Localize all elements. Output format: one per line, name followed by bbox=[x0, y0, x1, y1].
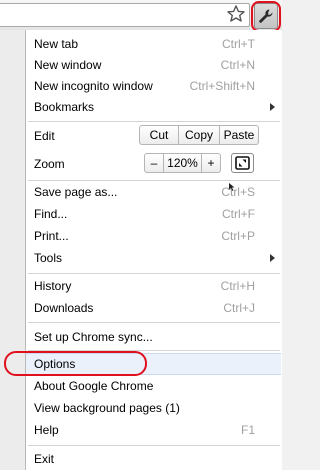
wrench-annotation-circle bbox=[251, 1, 281, 32]
zoom-out-button[interactable]: – bbox=[145, 154, 164, 172]
menu-item-label: Set up Chrome sync... bbox=[34, 330, 153, 344]
submenu-arrow-icon bbox=[270, 103, 275, 111]
menu-item-shortcut: Ctrl+N bbox=[220, 58, 255, 72]
fullscreen-icon bbox=[235, 156, 250, 170]
edit-button-group: Cut Copy Paste bbox=[139, 125, 259, 145]
menu-item-shortcut: Ctrl+J bbox=[223, 301, 255, 315]
menu-item-downloads[interactable]: Downloads Ctrl+J bbox=[26, 297, 281, 319]
menu-item-shortcut: Ctrl+T bbox=[222, 37, 255, 51]
menu-separator bbox=[28, 445, 280, 446]
menu-item-label: Zoom bbox=[34, 157, 65, 171]
menu-separator bbox=[28, 273, 280, 274]
menu-item-label: History bbox=[34, 279, 72, 293]
submenu-arrow-icon bbox=[270, 254, 275, 262]
cursor-icon bbox=[229, 183, 235, 191]
menu-item-label: Print... bbox=[34, 229, 69, 243]
menu-item-label: About Google Chrome bbox=[34, 379, 154, 393]
menu-item-shortcut: Ctrl+H bbox=[220, 279, 255, 293]
menu-item-new-window[interactable]: New window Ctrl+N bbox=[26, 54, 281, 76]
menu-item-shortcut: Ctrl+F bbox=[222, 207, 255, 221]
page-background bbox=[0, 30, 25, 470]
paste-button[interactable]: Paste bbox=[220, 126, 258, 144]
menu-item-shortcut: Ctrl+Shift+N bbox=[189, 79, 255, 93]
menu-item-label: Edit bbox=[34, 129, 55, 143]
menu-item-view-background-pages[interactable]: View background pages (1) bbox=[26, 397, 281, 419]
menu-item-help[interactable]: Help F1 bbox=[26, 419, 281, 441]
menu-item-label: New incognito window bbox=[34, 79, 153, 93]
cut-button[interactable]: Cut bbox=[140, 126, 179, 144]
menu-item-exit[interactable]: Exit bbox=[26, 448, 281, 470]
menu-item-history[interactable]: History Ctrl+H bbox=[26, 275, 281, 297]
menu-item-tools[interactable]: Tools bbox=[26, 247, 281, 269]
zoom-level: 120% bbox=[164, 154, 202, 172]
menu-item-shortcut: Ctrl+S bbox=[221, 185, 255, 199]
menu-item-label: Exit bbox=[34, 452, 55, 466]
browser-toolbar bbox=[0, 0, 282, 32]
menu-item-shortcut: Ctrl+P bbox=[221, 229, 255, 243]
menu-item-bookmarks[interactable]: Bookmarks bbox=[26, 96, 281, 118]
menu-item-label: View background pages (1) bbox=[34, 401, 180, 415]
menu-item-label: New tab bbox=[34, 37, 79, 51]
menu-item-about-google-chrome[interactable]: About Google Chrome bbox=[26, 375, 281, 397]
copy-button[interactable]: Copy bbox=[179, 126, 220, 144]
address-bar[interactable] bbox=[0, 3, 250, 27]
menu-separator bbox=[28, 121, 280, 122]
menu-item-save-page-as[interactable]: Save page as... Ctrl+S bbox=[26, 181, 281, 203]
zoom-in-button[interactable]: + bbox=[202, 154, 220, 172]
menu-item-print[interactable]: Print... Ctrl+P bbox=[26, 225, 281, 247]
menu-item-shortcut: F1 bbox=[240, 423, 255, 437]
menu-item-label: Bookmarks bbox=[34, 100, 95, 114]
menu-item-find[interactable]: Find... Ctrl+F bbox=[26, 203, 281, 225]
menu-item-label: Find... bbox=[34, 207, 68, 221]
menu-item-label: Save page as... bbox=[34, 185, 118, 199]
menu-item-new-incognito-window[interactable]: New incognito window Ctrl+Shift+N bbox=[26, 75, 281, 97]
menu-item-new-tab[interactable]: New tab Ctrl+T bbox=[26, 33, 281, 55]
options-annotation-circle bbox=[4, 351, 147, 376]
menu-item-label: Downloads bbox=[34, 301, 94, 315]
fullscreen-button[interactable] bbox=[231, 153, 254, 173]
menu-item-set-up-chrome-sync[interactable]: Set up Chrome sync... bbox=[26, 326, 281, 348]
zoom-control-group: – 120% + bbox=[144, 153, 221, 173]
menu-separator bbox=[28, 322, 280, 323]
menu-item-label: Help bbox=[34, 423, 59, 437]
star-icon[interactable] bbox=[226, 4, 246, 24]
menu-item-label: New window bbox=[34, 58, 102, 72]
menu-item-label: Tools bbox=[34, 251, 63, 265]
chrome-wrench-menu: New tab Ctrl+T New window Ctrl+N New inc… bbox=[25, 30, 282, 470]
